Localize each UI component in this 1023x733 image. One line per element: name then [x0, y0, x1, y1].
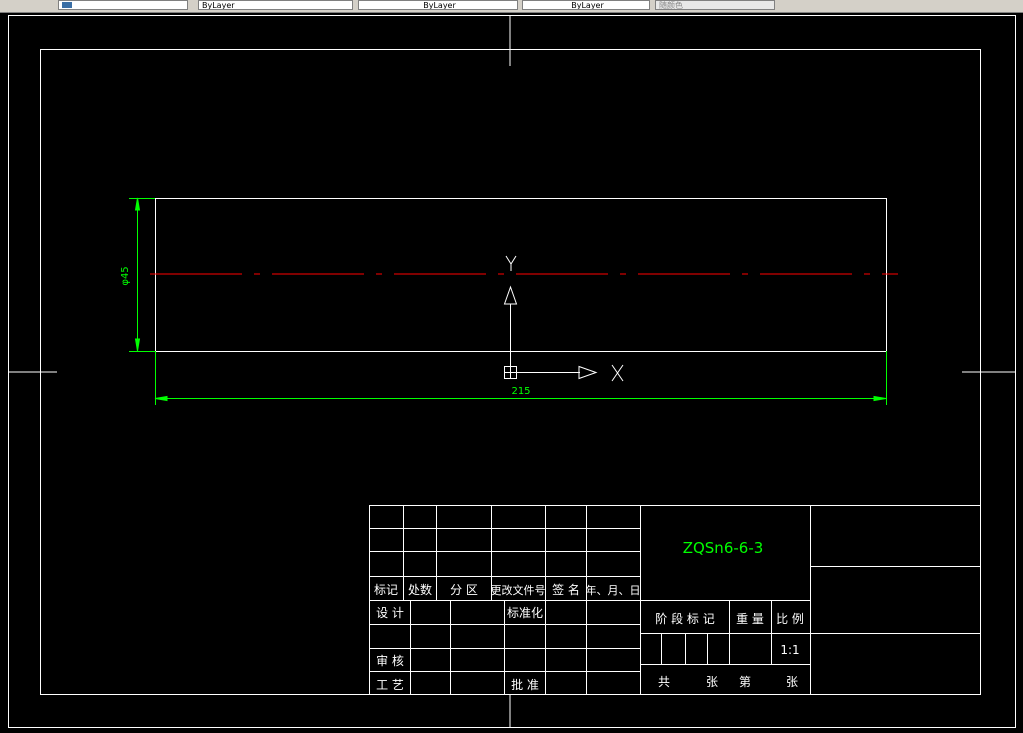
ucs-y-label: Y — [511, 267, 512, 269]
weight-label: 重 量 — [736, 612, 764, 626]
color-icon — [62, 2, 72, 8]
title-block — [369, 505, 980, 694]
total-label: 共 — [658, 675, 670, 689]
ucs-x-label: X — [617, 377, 618, 379]
rev-header-sign: 签 名 — [552, 582, 580, 597]
lineweight-dropdown[interactable]: ByLayer — [522, 0, 650, 10]
stage-mark-label: 阶 段 标 记 — [655, 611, 714, 626]
scale-label: 比 例 — [776, 612, 804, 626]
approve-label: 批 准 — [511, 677, 539, 692]
material-label: ZQSn6-6-3 — [683, 539, 764, 557]
diameter-dimension[interactable] — [129, 197, 155, 352]
length-dimension-text: 215 — [511, 386, 530, 397]
number-label: 第 — [739, 675, 751, 689]
rev-header-mark: 标记 — [374, 583, 398, 597]
rev-header-date: 年、月、日 — [586, 583, 641, 597]
scale-value: 1:1 — [780, 643, 799, 657]
sheets-label-1: 张 — [706, 675, 718, 689]
rev-header-count: 处数 — [408, 582, 432, 597]
process-label: 工 艺 — [376, 678, 404, 692]
part-outline[interactable] — [155, 198, 887, 352]
plotstyle-dropdown[interactable]: 随颜色 — [655, 0, 775, 10]
drawing-svg: φ45 215 Y X ZQSn6-6-3 标记 处数 分 区 更改文件号 签 … — [8, 15, 1016, 728]
layer-dropdown[interactable]: ByLayer — [198, 0, 353, 10]
outer-border — [8, 15, 1016, 728]
color-dropdown[interactable] — [58, 0, 188, 10]
review-label: 审 核 — [376, 653, 404, 668]
linetype-dropdown[interactable]: ByLayer — [358, 0, 518, 10]
rev-header-doc: 更改文件号 — [491, 583, 546, 597]
standardize-label: 标准化 — [507, 606, 543, 620]
sheets-label-2: 张 — [786, 675, 798, 689]
ucs-icon — [503, 255, 624, 382]
diameter-dimension-text: φ45 — [120, 266, 131, 285]
design-label: 设 计 — [376, 606, 404, 620]
rev-header-zone: 分 区 — [450, 583, 478, 597]
drawing-canvas[interactable]: φ45 215 Y X ZQSn6-6-3 标记 处数 分 区 更改文件号 签 … — [0, 12, 1023, 729]
